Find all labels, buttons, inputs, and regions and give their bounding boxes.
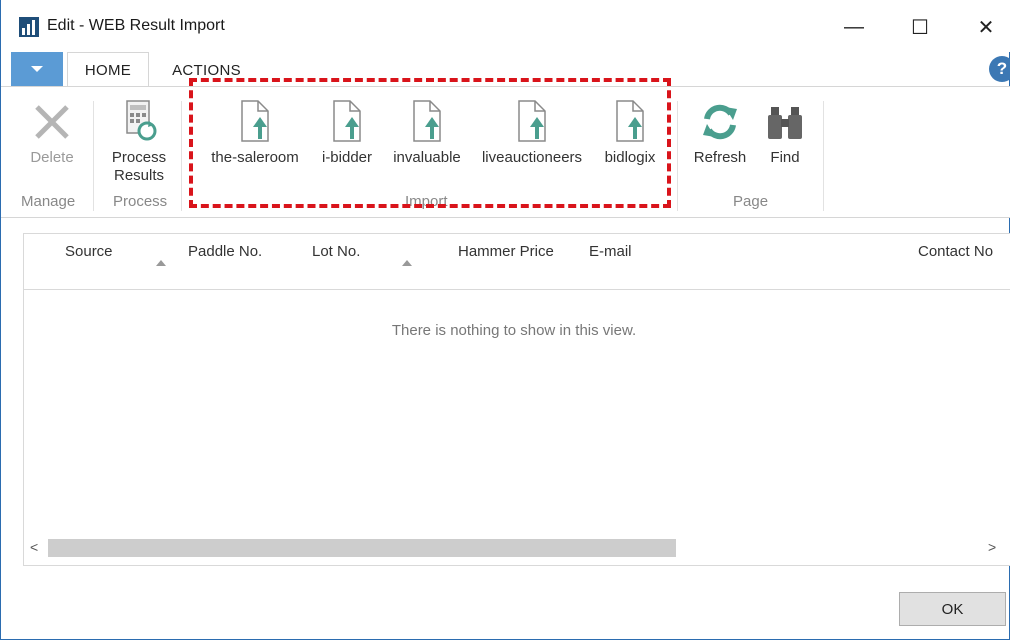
import-liveauctioneers-button[interactable]: liveauctioneers [471,97,593,167]
dialog-window: Edit - WEB Result Import — ☐ ✕ HOME ACTI… [0,0,1010,640]
app-icon [19,17,39,37]
document-import-icon [403,97,451,143]
delete-label: Delete [30,149,74,166]
column-header-hammer-price[interactable]: Hammer Price [458,243,554,260]
empty-state-message: There is nothing to show in this view. [391,322,637,339]
ibidder-label: i-bidder [321,149,373,166]
delete-x-icon [28,97,76,143]
ribbon-divider [181,101,182,211]
results-grid: Source Paddle No. Lot No. Hammer Price E… [23,233,1010,566]
refresh-label: Refresh [693,149,747,166]
delete-button[interactable]: Delete [17,97,87,167]
column-header-lot-no[interactable]: Lot No. [312,243,360,260]
invaluable-label: invaluable [393,149,461,166]
ribbon-divider [93,101,94,211]
document-import-icon [231,97,279,143]
liveauctioneers-label: liveauctioneers [481,149,583,166]
refresh-button[interactable]: Refresh [685,97,755,167]
group-label-import: Import [405,193,448,210]
group-label-page: Page [733,193,769,210]
column-header-source[interactable]: Source [65,243,113,260]
import-invaluable-button[interactable]: invaluable [383,97,471,167]
import-thesaleroom-button[interactable]: the-saleroom [199,97,311,167]
maximize-button[interactable]: ☐ [897,10,943,44]
window-title: Edit - WEB Result Import [47,17,225,34]
thesaleroom-label: the-saleroom [211,149,299,166]
chevron-down-icon [31,66,43,72]
horizontal-scrollbar[interactable]: < > [24,536,1010,560]
find-button[interactable]: Find [759,97,811,167]
grid-header: Source Paddle No. Lot No. Hammer Price E… [24,234,1010,290]
column-header-email[interactable]: E-mail [589,243,632,260]
scroll-left-icon[interactable]: < [30,539,38,555]
find-label: Find [770,149,800,166]
file-menu-button[interactable] [11,52,63,86]
tab-home[interactable]: HOME [67,52,149,88]
scrollbar-thumb[interactable] [48,539,676,557]
document-import-icon [323,97,371,143]
ribbon: Delete Process Results the-saleroom i-bi… [1,86,1010,218]
ribbon-divider [823,101,824,211]
sort-ascending-icon [402,260,412,266]
minimize-button[interactable]: — [831,10,877,44]
help-icon[interactable]: ? [989,56,1010,82]
column-header-paddle-no[interactable]: Paddle No. [188,243,262,260]
process-results-button[interactable]: Process Results [103,97,175,185]
group-label-process: Process [113,193,168,210]
import-ibidder-button[interactable]: i-bidder [313,97,381,167]
refresh-icon [696,97,744,143]
group-label-manage: Manage [21,193,76,210]
process-results-label: Process Results [111,149,167,184]
column-header-contact-no[interactable]: Contact No [918,243,993,260]
process-results-icon [115,97,163,143]
title-bar: Edit - WEB Result Import — ☐ ✕ [1,0,1010,52]
binoculars-icon [761,97,809,143]
sort-ascending-icon [156,260,166,266]
document-import-icon [508,97,556,143]
bidlogix-label: bidlogix [604,149,656,166]
document-import-icon [606,97,654,143]
ok-button[interactable]: OK [899,592,1006,626]
close-button[interactable]: ✕ [963,10,1009,44]
scroll-right-icon[interactable]: > [988,539,996,555]
tab-actions[interactable]: ACTIONS [159,52,254,88]
import-bidlogix-button[interactable]: bidlogix [595,97,665,167]
ribbon-divider [677,101,678,211]
